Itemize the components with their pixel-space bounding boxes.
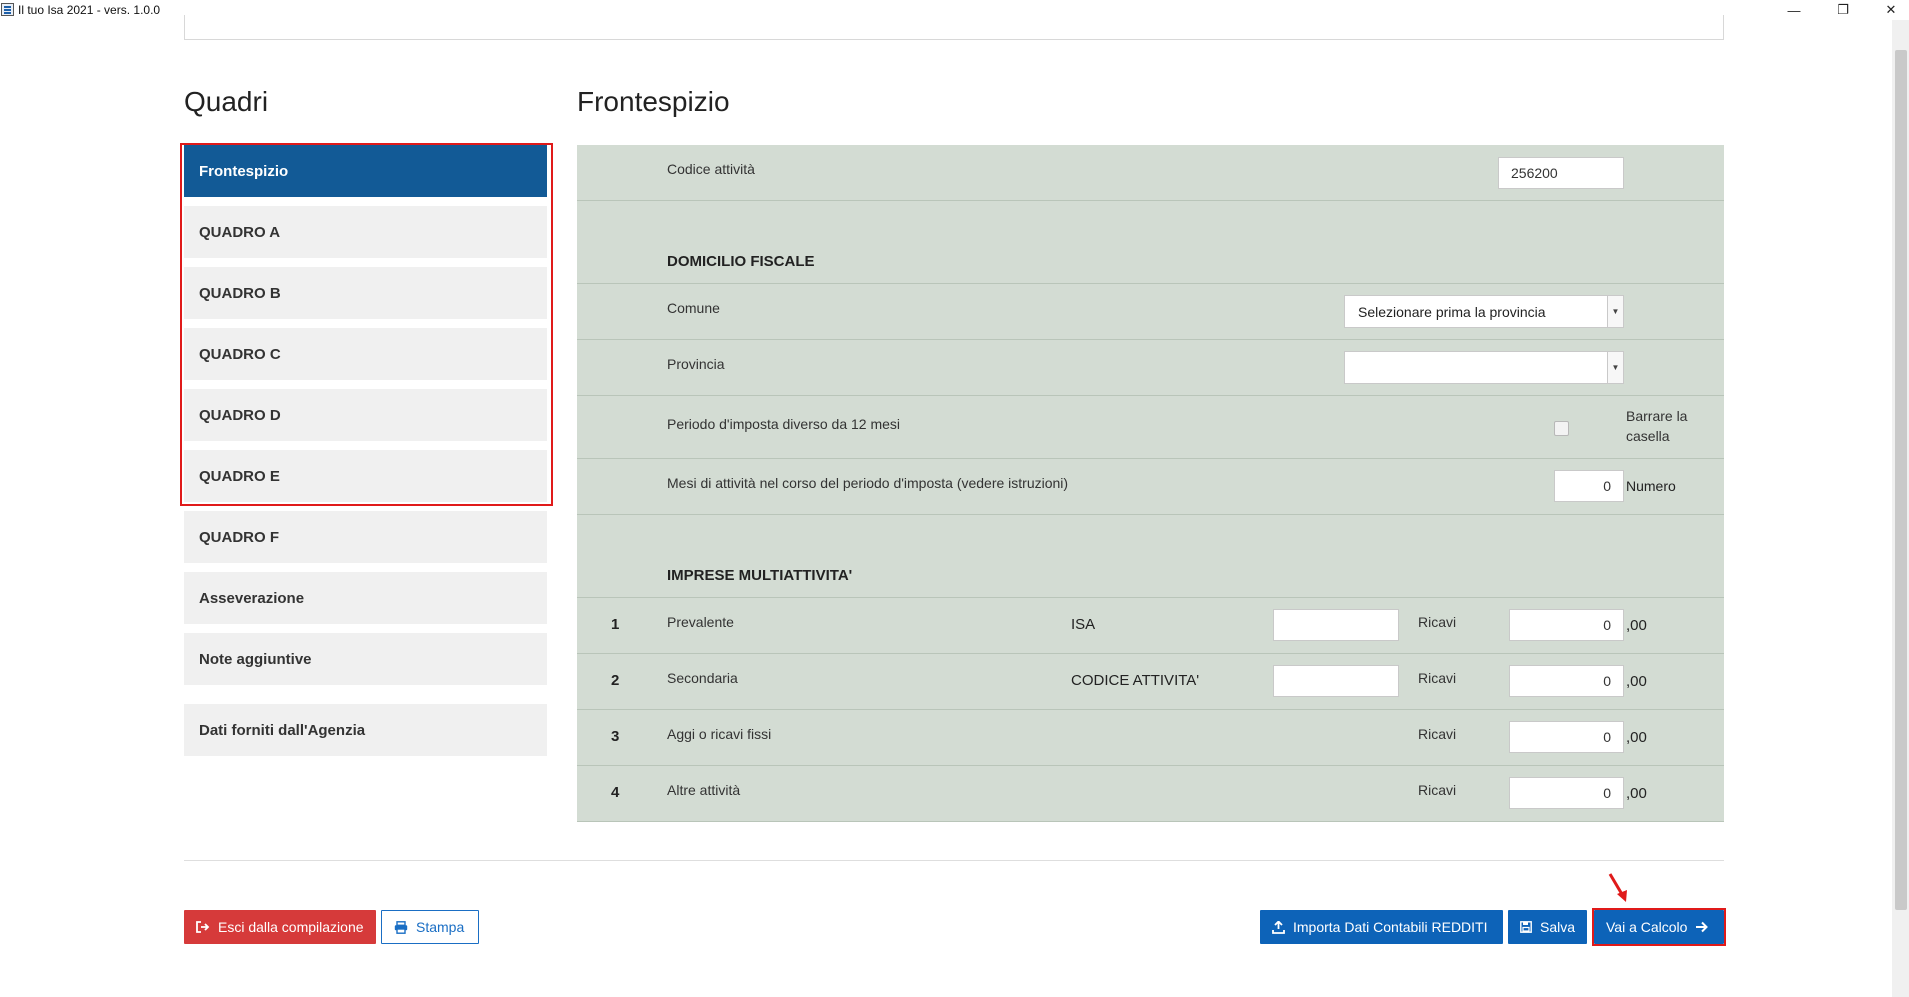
minimize-button[interactable]: — [1771,0,1817,20]
ricavi-aggi-input[interactable]: 0 [1509,721,1624,753]
codice-attivita-label: Codice attività [667,161,755,177]
comune-row: Comune Selezionare prima la provincia ▼ [577,284,1724,340]
vertical-scrollbar[interactable] [1892,20,1909,997]
app-icon [1,3,14,16]
nav-item-quadro-b[interactable]: QUADRO B [184,267,547,319]
footer-divider [184,860,1724,861]
multi-row-prevalente: 1 Prevalente ISA Ricavi 0 ,00 [577,598,1724,654]
decimal-suffix: ,00 [1626,673,1647,690]
ricavi-altre-input[interactable]: 0 [1509,777,1624,809]
codice-attivita-secondaria-input[interactable] [1273,665,1399,697]
go-to-calculation-button[interactable]: Vai a Calcolo [1594,910,1724,944]
top-panel [184,15,1724,40]
row-number: 1 [611,616,620,633]
annotation-arrow-icon [1608,873,1627,902]
sidebar-title: Quadri [184,86,269,117]
window-title: Il tuo Isa 2021 - vers. 1.0.0 [18,3,161,17]
comune-select[interactable]: Selezionare prima la provincia ▼ [1344,295,1624,328]
ricavi-label: Ricavi [1418,670,1457,686]
chevron-down-icon: ▼ [1607,352,1623,383]
chevron-down-icon: ▼ [1607,296,1623,327]
ricavi-prevalente-input[interactable]: 0 [1509,609,1624,641]
periodo-row: Periodo d'imposta diverso da 12 mesi Bar… [577,396,1724,459]
import-redditi-label: Importa Dati Contabili REDDITI [1293,919,1488,935]
nav-item-quadro-d[interactable]: QUADRO D [184,389,547,441]
mesi-unit: Numero [1626,478,1676,494]
codice-attivita-secondaria-label: CODICE ATTIVITA' [1071,672,1200,689]
ricavi-label: Ricavi [1418,614,1457,630]
nav-item-frontespizio[interactable]: Frontespizio [184,145,547,197]
nav-item-quadro-c[interactable]: QUADRO C [184,328,547,380]
multi-row-altre: 4 Altre attività Ricavi 0 ,00 [577,766,1724,822]
provincia-select[interactable]: ▼ [1344,351,1624,384]
exit-compilation-label: Esci dalla compilazione [218,919,364,935]
save-label: Salva [1540,919,1576,935]
altre-attivita-label: Altre attività [667,782,741,798]
codice-attivita-row: Codice attività 256200 [577,145,1724,201]
multiattivita-heading: IMPRESE MULTIATTIVITA' [667,567,853,584]
save-button[interactable]: Salva [1508,910,1587,944]
nav-item-asseverazione[interactable]: Asseverazione [184,572,547,624]
comune-selected-value: Selezionare prima la provincia [1358,303,1546,320]
restore-button[interactable]: ❐ [1820,0,1866,20]
multi-row-aggi: 3 Aggi o ricavi fissi Ricavi 0 ,00 [577,710,1724,766]
sign-out-icon [196,921,210,933]
isa-input[interactable] [1273,609,1399,641]
comune-label: Comune [667,300,720,316]
ricavi-label: Ricavi [1418,782,1457,798]
provincia-row: Provincia ▼ [577,340,1724,396]
nav-item-quadro-f[interactable]: QUADRO F [184,511,547,563]
prevalente-label: Prevalente [667,614,734,630]
domicilio-heading: DOMICILIO FISCALE [667,253,815,270]
ricavi-label: Ricavi [1418,726,1457,742]
mesi-label: Mesi di attività nel corso del periodo d… [667,475,1069,491]
ricavi-secondaria-input[interactable]: 0 [1509,665,1624,697]
aggi-label: Aggi o ricavi fissi [667,726,772,742]
decimal-suffix: ,00 [1626,729,1647,746]
codice-attivita-input[interactable]: 256200 [1498,157,1624,189]
mesi-row: Mesi di attività nel corso del periodo d… [577,459,1724,515]
arrow-right-icon [1695,921,1709,933]
page-title: Frontespizio [577,86,730,117]
import-redditi-button[interactable]: Importa Dati Contabili REDDITI [1260,910,1503,944]
row-number: 2 [611,672,620,689]
print-button[interactable]: Stampa [381,910,479,944]
print-label: Stampa [416,919,465,935]
row-number: 3 [611,728,620,745]
go-to-calculation-label: Vai a Calcolo [1606,919,1688,935]
periodo-checkbox[interactable] [1554,421,1569,436]
periodo-hint: Barrare la casella [1626,408,1688,444]
nav-item-dati-agenzia[interactable]: Dati forniti dall'Agenzia [184,704,547,756]
frontespizio-form: Codice attività 256200 DOMICILIO FISCALE… [577,145,1724,822]
isa-label: ISA [1071,616,1096,633]
provincia-label: Provincia [667,356,725,372]
decimal-suffix: ,00 [1626,617,1647,634]
scrollbar-thumb[interactable] [1895,50,1907,910]
nav-item-note-aggiuntive[interactable]: Note aggiuntive [184,633,547,685]
row-number: 4 [611,784,620,801]
periodo-label: Periodo d'imposta diverso da 12 mesi [667,416,901,432]
close-button[interactable]: ✕ [1868,0,1909,20]
floppy-disk-icon [1520,921,1532,933]
nav-item-quadro-e[interactable]: QUADRO E [184,450,547,502]
mesi-input[interactable]: 0 [1554,470,1624,502]
upload-icon [1272,920,1285,934]
exit-compilation-button[interactable]: Esci dalla compilazione [184,910,376,944]
decimal-suffix: ,00 [1626,785,1647,802]
multiattivita-heading-row: IMPRESE MULTIATTIVITA' [577,515,1724,598]
printer-icon [394,920,408,934]
domicilio-heading-row: DOMICILIO FISCALE [577,201,1724,284]
nav-item-quadro-a[interactable]: QUADRO A [184,206,547,258]
multi-row-secondaria: 2 Secondaria CODICE ATTIVITA' Ricavi 0 ,… [577,654,1724,710]
secondaria-label: Secondaria [667,670,738,686]
